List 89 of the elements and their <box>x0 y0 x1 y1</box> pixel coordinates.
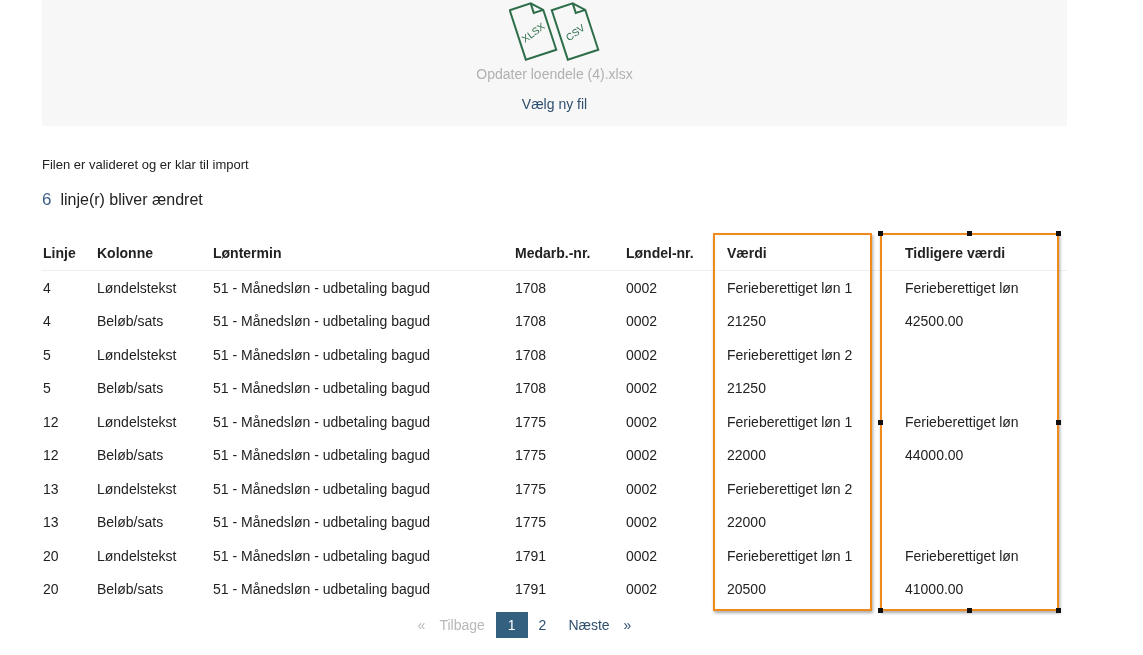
table-cell: Beløb/sats <box>97 581 164 598</box>
table-cell: 0002 <box>626 447 658 464</box>
table-cell: Ferieberettiget løn 1 <box>727 279 853 296</box>
table-cell: 4 <box>43 279 51 296</box>
table-cell: 21250 <box>727 313 766 330</box>
table-cell: Ferieberettiget løn 2 <box>727 346 853 363</box>
resize-handle[interactable] <box>1056 419 1061 425</box>
resize-handle[interactable] <box>967 608 972 613</box>
table-cell: 0002 <box>626 346 658 363</box>
table-cell: 0002 <box>626 480 658 497</box>
next-page-link[interactable]: Næste » <box>557 612 643 638</box>
column-header: Løndel-nr. <box>625 236 713 271</box>
resize-handle[interactable] <box>878 608 883 613</box>
table-cell: 1708 <box>515 279 547 296</box>
table-cell: 1775 <box>515 413 547 430</box>
table-cell: 13 <box>43 514 59 531</box>
column-header: Løntermin <box>212 236 514 271</box>
table-cell: 51 - Månedsløn - udbetaling bagud <box>213 547 431 564</box>
table-cell: 20 <box>43 547 59 564</box>
table-cell: 1775 <box>515 480 547 497</box>
table-cell: 51 - Månedsløn - udbetaling bagud <box>213 480 431 497</box>
table-cell: 21250 <box>727 380 766 397</box>
table-cell: 13 <box>43 480 59 497</box>
table-cell: 51 - Månedsløn - udbetaling bagud <box>213 581 431 598</box>
table-cell: 51 - Månedsløn - udbetaling bagud <box>213 346 431 363</box>
table-cell: 1708 <box>515 380 547 397</box>
table-cell: 41000.00 <box>905 581 964 598</box>
table-cell: Ferieberettiget løn 1 <box>727 547 853 564</box>
table-cell: 51 - Månedsløn - udbetaling bagud <box>213 380 431 397</box>
table-cell: 12 <box>43 413 59 430</box>
table-cell: Løndelstekst <box>97 346 177 363</box>
table-cell: Løndelstekst <box>97 480 177 497</box>
page-link[interactable]: 1 <box>495 612 528 638</box>
table-cell: 20500 <box>727 581 766 598</box>
table-cell: 1791 <box>515 581 547 598</box>
table-cell: Ferieberettiget løn 1 <box>727 413 853 430</box>
table-cell: Ferieberettiget løn <box>905 279 1019 296</box>
resize-handle[interactable] <box>878 419 883 425</box>
table-cell: Ferieberettiget løn <box>905 413 1019 430</box>
table-cell: 4 <box>43 313 51 330</box>
table-cell: 20 <box>43 581 59 598</box>
table-cell: 42500.00 <box>905 313 964 330</box>
table-cell: 0002 <box>626 413 658 430</box>
table-cell: 12 <box>43 447 59 464</box>
column-header: Medarb.-nr. <box>514 236 625 271</box>
validation-message: Filen er valideret og er klar til import <box>42 157 250 173</box>
table-cell: Løndelstekst <box>97 413 177 430</box>
table-cell: 1708 <box>515 313 547 330</box>
table-cell: 51 - Månedsløn - udbetaling bagud <box>213 279 431 296</box>
page-link[interactable]: 2 <box>527 612 558 638</box>
resize-handle[interactable] <box>967 231 972 236</box>
table-cell: Ferieberettiget løn 2 <box>727 480 853 497</box>
table-cell: 1791 <box>515 547 547 564</box>
table-cell: 51 - Månedsløn - udbetaling bagud <box>213 413 431 430</box>
table-cell: Beløb/sats <box>97 380 164 397</box>
table-cell: 51 - Månedsløn - udbetaling bagud <box>213 447 431 464</box>
table-cell: 22000 <box>727 447 766 464</box>
changes-label: linje(r) bliver ændret <box>60 191 203 209</box>
table-cell: 1775 <box>515 447 547 464</box>
file-name: Opdater loendele (4).xlsx <box>476 66 633 82</box>
table-cell: 1775 <box>515 514 547 531</box>
table-cell: 0002 <box>626 313 658 330</box>
resize-handle[interactable] <box>1056 608 1061 613</box>
table-cell: 51 - Månedsløn - udbetaling bagud <box>213 313 431 330</box>
table-cell: 0002 <box>626 547 658 564</box>
table-cell: 0002 <box>626 279 658 296</box>
table-cell: 0002 <box>626 581 658 598</box>
table-cell: Løndelstekst <box>97 279 177 296</box>
resize-handle[interactable] <box>1056 231 1061 236</box>
table-cell: 51 - Månedsløn - udbetaling bagud <box>213 514 431 531</box>
change-count: 6 <box>42 190 52 210</box>
table-cell: 22000 <box>727 514 766 531</box>
column-header: Linje <box>42 236 96 271</box>
table-cell: 5 <box>43 346 51 363</box>
table-cell: 0002 <box>626 380 658 397</box>
table-cell: 0002 <box>626 514 658 531</box>
table-cell: Beløb/sats <box>97 313 164 330</box>
column-header: Tidligere værdi <box>880 236 1067 271</box>
table-cell: 5 <box>43 380 51 397</box>
table-cell: Løndelstekst <box>97 547 177 564</box>
table-cell: 44000.00 <box>905 447 964 464</box>
resize-handle[interactable] <box>878 231 883 236</box>
column-header: Værdi <box>713 236 880 271</box>
column-header: Kolonne <box>96 236 212 271</box>
table-cell: Ferieberettiget løn <box>905 547 1019 564</box>
choose-new-file-link[interactable]: Vælg ny fil <box>521 96 588 112</box>
table-cell: Beløb/sats <box>97 514 164 531</box>
table-cell: 1708 <box>515 346 547 363</box>
table-cell: Beløb/sats <box>97 447 164 464</box>
